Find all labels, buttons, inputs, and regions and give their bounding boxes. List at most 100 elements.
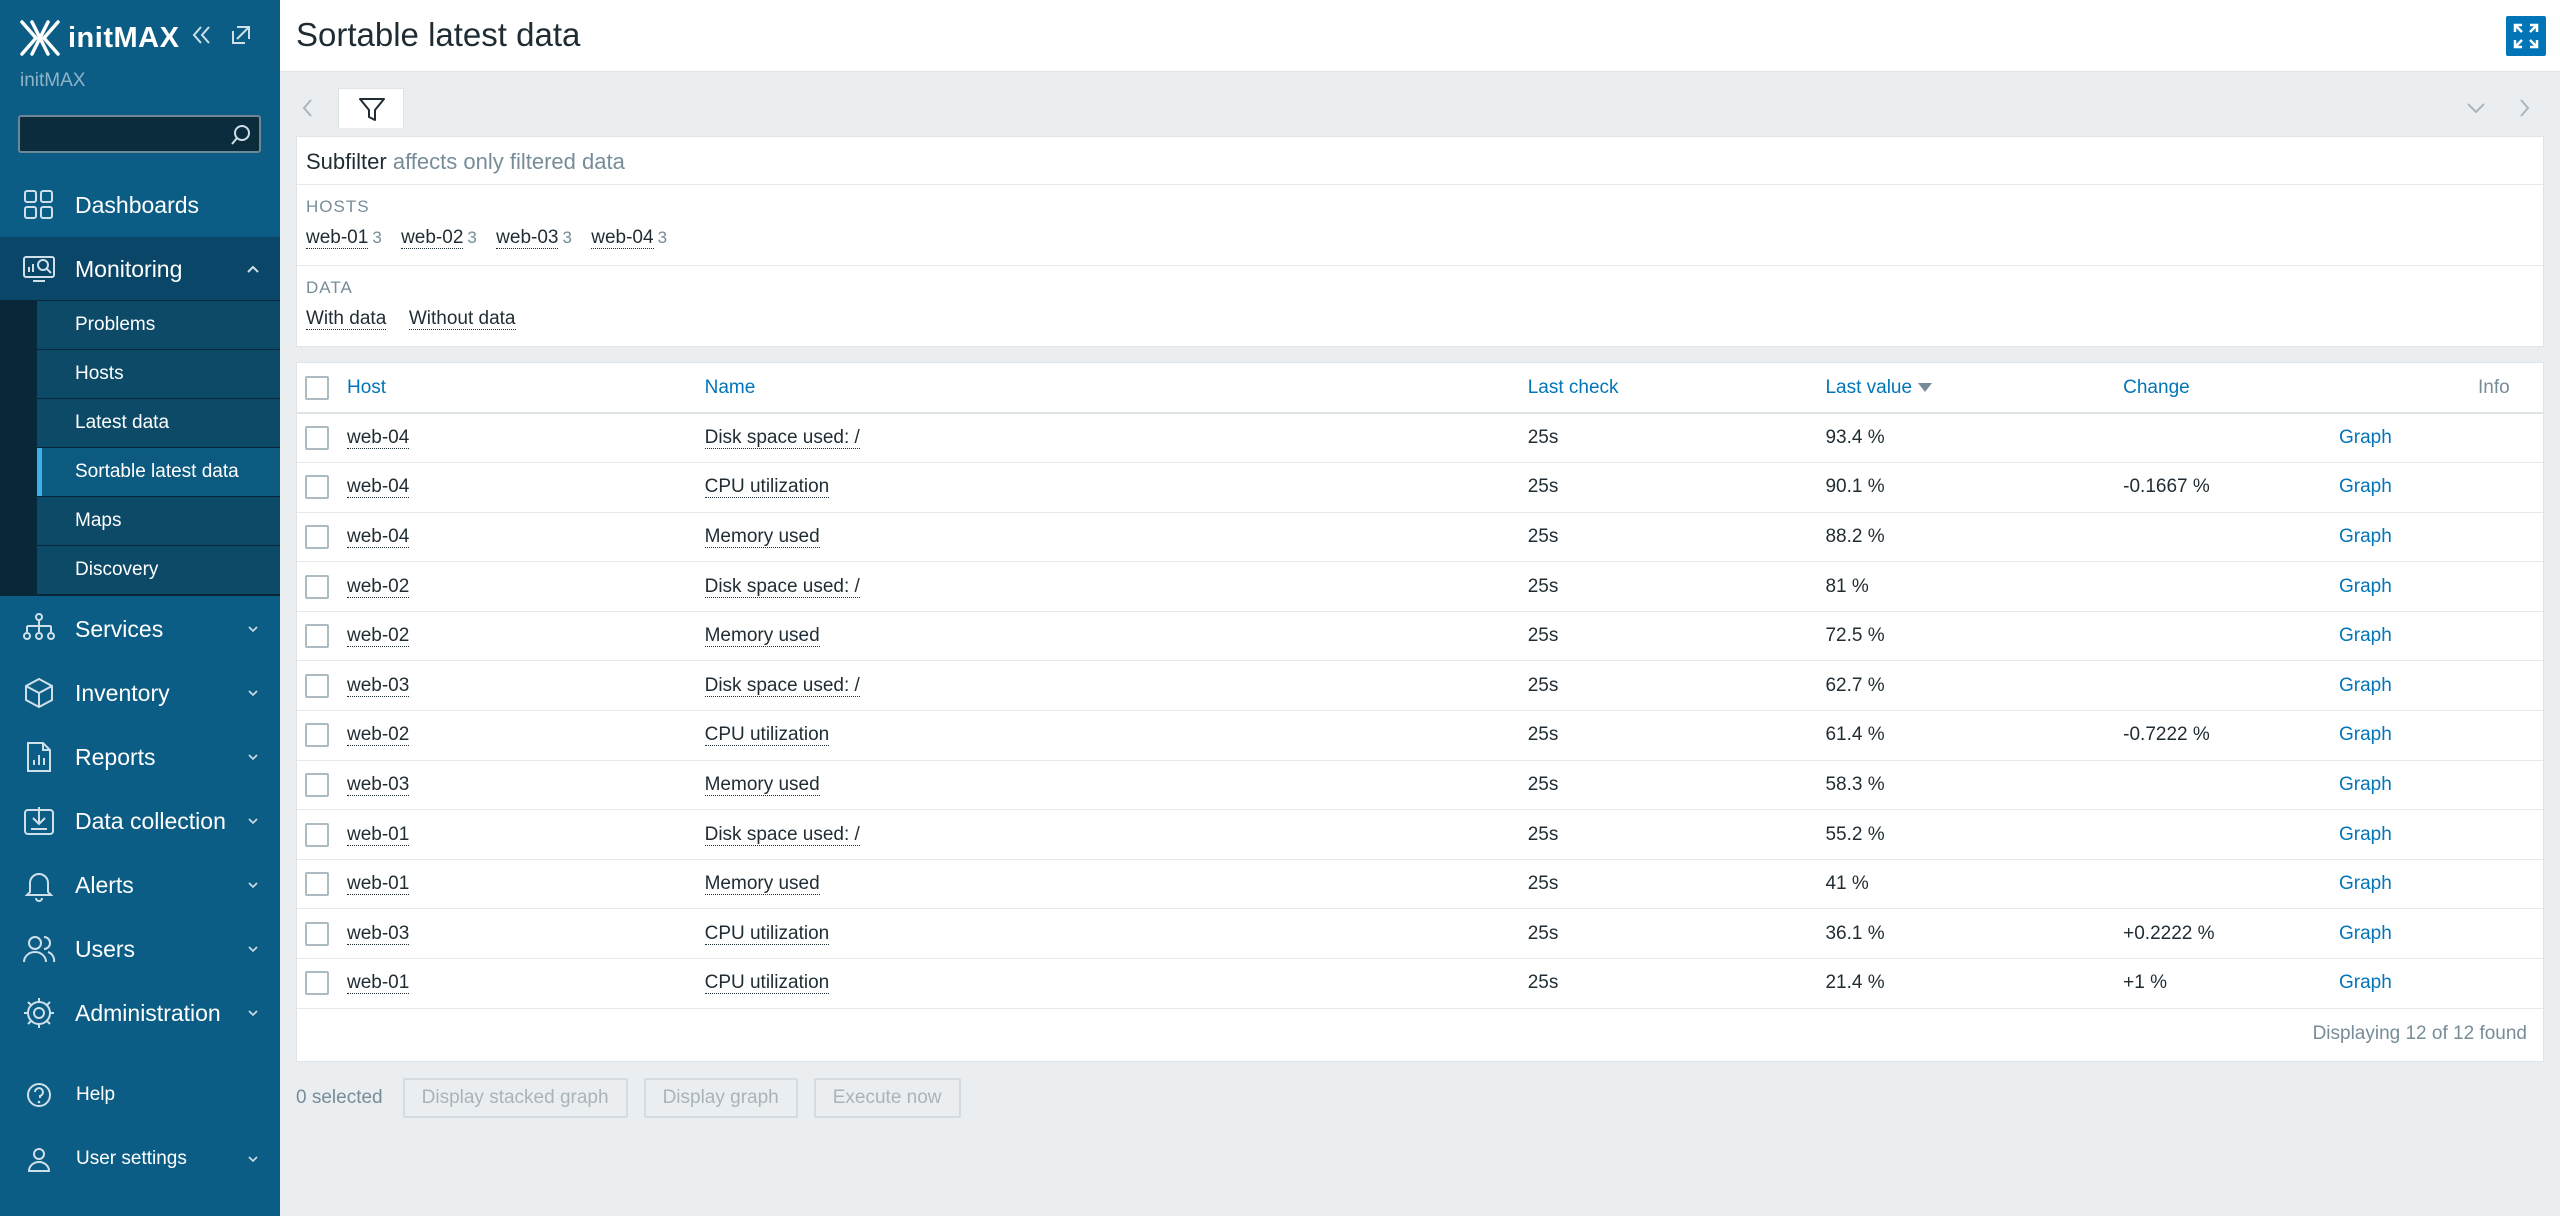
subfilter-without-data[interactable]: Without data [408,308,516,330]
graph-link[interactable]: Graph [2339,873,2392,894]
subfilter-host-web-02[interactable]: web-02 [401,227,464,249]
column-change[interactable]: Change [2123,363,2339,413]
collapse-sidebar-icon[interactable] [188,22,214,48]
submenu-item-discovery[interactable]: Discovery [37,546,280,594]
nav-administration[interactable]: Administration [0,981,280,1045]
select-all-checkbox[interactable] [305,375,329,400]
item-name-link[interactable]: Memory used [704,873,820,896]
subfilter-title: Subfilter [306,149,387,174]
graph-link[interactable]: Graph [2339,675,2392,696]
row-checkbox[interactable] [305,475,329,500]
item-name-link[interactable]: Memory used [704,525,820,548]
filter-tab[interactable] [338,88,404,128]
row-checkbox[interactable] [305,971,329,996]
host-link[interactable]: web-01 [346,873,410,896]
item-name-link[interactable]: CPU utilization [704,922,830,945]
column-name[interactable]: Name [705,363,1528,413]
subfilter-host-web-04[interactable]: web-04 [591,227,654,249]
nav-monitoring[interactable]: Monitoring [0,237,280,301]
row-checkbox[interactable] [305,574,329,599]
nav-help[interactable]: Help [0,1067,280,1123]
execute-now-button[interactable]: Execute now [813,1078,961,1118]
row-checkbox[interactable] [305,772,329,797]
nav-services[interactable]: Services [0,597,280,661]
graph-link[interactable]: Graph [2339,526,2392,547]
nav-users[interactable]: Users [0,917,280,981]
search-icon[interactable] [229,123,253,147]
last-value-cell: 21.4 % [1825,972,1885,994]
item-name-link[interactable]: CPU utilization [704,476,830,499]
host-link[interactable]: web-03 [346,922,410,945]
nav-user-settings[interactable]: User settings [0,1131,280,1187]
item-name-link[interactable]: Memory used [704,773,820,796]
nav-data-collection[interactable]: Data collection [0,789,280,853]
search-input[interactable] [20,117,220,151]
item-name-link[interactable]: CPU utilization [704,972,830,995]
host-link[interactable]: web-02 [346,575,410,598]
subfilter-host-web-01[interactable]: web-01 [306,227,369,249]
host-link[interactable]: web-03 [346,773,410,796]
server-name: initMAX [20,70,86,91]
host-link[interactable]: web-04 [346,525,410,548]
host-link[interactable]: web-01 [346,972,410,995]
nav-reports[interactable]: Reports [0,725,280,789]
submenu-item-sortable-latest-data[interactable]: Sortable latest data [37,448,280,496]
row-checkbox[interactable] [305,624,329,649]
column-last-check[interactable]: Last check [1528,363,1826,413]
graph-link[interactable]: Graph [2339,576,2392,597]
nav-alerts[interactable]: Alerts [0,853,280,917]
submenu-item-maps[interactable]: Maps [37,497,280,545]
item-name-link[interactable]: Memory used [704,625,820,648]
hide-sidebar-icon[interactable] [228,22,254,48]
host-link[interactable]: web-04 [346,476,410,499]
display-stacked-graph-button[interactable]: Display stacked graph [402,1078,628,1118]
row-checkbox[interactable] [305,723,329,748]
graph-link[interactable]: Graph [2339,476,2392,497]
item-name-link[interactable]: Disk space used: / [704,674,860,697]
item-name-link[interactable]: CPU utilization [704,724,830,747]
column-last-value[interactable]: Last value [1825,363,2123,413]
table-header: Host Name Last check Last value Change I… [297,363,2543,413]
row-checkbox[interactable] [305,524,329,549]
chevron-down-icon [248,754,258,761]
item-name-link[interactable]: Disk space used: / [704,427,860,450]
host-link[interactable]: web-01 [346,823,410,846]
row-checkbox[interactable] [305,822,329,847]
row-checkbox[interactable] [305,673,329,698]
last-value-cell: 93.4 % [1825,427,1885,449]
filter-prev-button[interactable] [296,88,320,128]
table-row: web-01 Disk space used: / 25s 55.2 % Graph [297,810,2543,860]
submenu-item-problems[interactable]: Problems [37,301,280,349]
host-link[interactable]: web-04 [346,427,410,450]
column-host[interactable]: Host [347,363,705,413]
display-graph-button[interactable]: Display graph [643,1078,798,1118]
nav-dashboards[interactable]: Dashboards [0,173,280,237]
graph-link[interactable]: Graph [2339,774,2392,795]
row-checkbox[interactable] [305,921,329,946]
graph-link[interactable]: Graph [2339,824,2392,845]
row-checkbox[interactable] [305,426,329,451]
subfilter-host-web-03[interactable]: web-03 [496,227,559,249]
graph-link[interactable]: Graph [2339,972,2392,993]
last-value-cell: 41 % [1825,873,1869,895]
host-link[interactable]: web-02 [346,724,410,747]
filter-collapse-button[interactable] [2464,88,2488,128]
kiosk-mode-button[interactable] [2506,16,2546,56]
graph-link[interactable]: Graph [2339,724,2392,745]
host-link[interactable]: web-03 [346,674,410,697]
nav-inventory[interactable]: Inventory [0,661,280,725]
submenu-item-hosts[interactable]: Hosts [37,350,280,398]
graph-link[interactable]: Graph [2339,427,2392,448]
filter-next-button[interactable] [2512,88,2536,128]
graph-link[interactable]: Graph [2339,625,2392,646]
item-name-link[interactable]: Disk space used: / [704,575,860,598]
subfilter-with-data[interactable]: With data [306,308,387,330]
change-cell [2123,859,2339,909]
table-row: web-02 CPU utilization 25s 61.4 % -0.7222 % G… [297,711,2543,761]
row-checkbox[interactable] [305,872,329,897]
host-link[interactable]: web-02 [346,625,410,648]
submenu-item-latest-data[interactable]: Latest data [37,399,280,447]
item-name-link[interactable]: Disk space used: / [704,823,860,846]
graph-link[interactable]: Graph [2339,923,2392,944]
change-cell: -0.7222 % [2123,724,2210,746]
